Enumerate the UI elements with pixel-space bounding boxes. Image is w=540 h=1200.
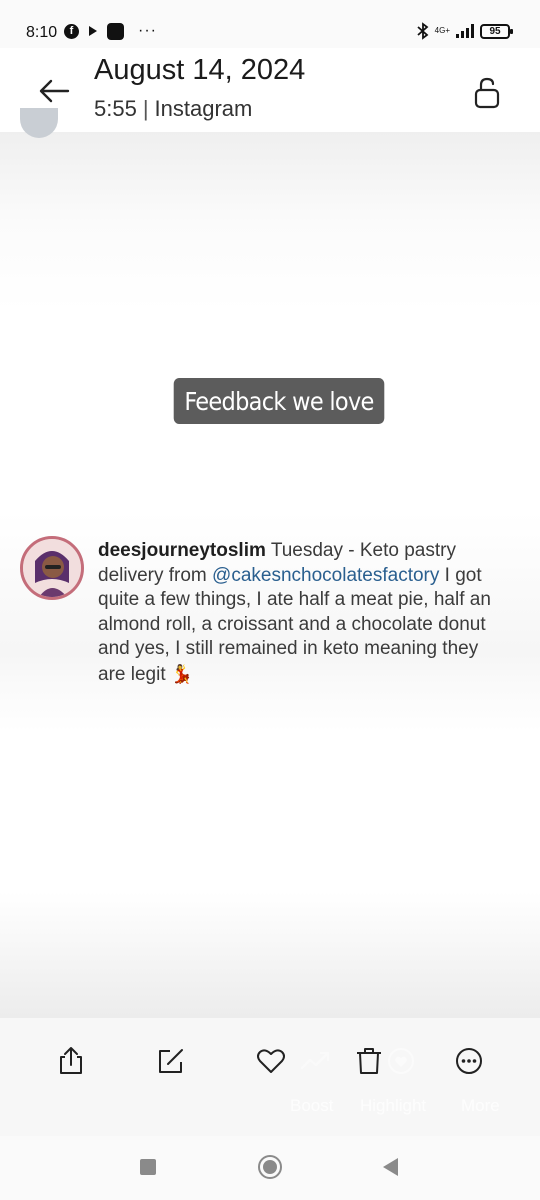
play-icon bbox=[89, 26, 97, 36]
photo-time: 5:55 bbox=[94, 96, 137, 121]
facebook-icon: f bbox=[64, 23, 79, 39]
trash-icon[interactable] bbox=[352, 1044, 386, 1078]
status-indicators: 4G+ 95 bbox=[417, 22, 513, 40]
heart-icon[interactable] bbox=[254, 1044, 288, 1078]
comment-text: deesjourneytoslim Tuesday - Keto pastry … bbox=[98, 539, 498, 688]
boost-icon bbox=[301, 1052, 329, 1069]
status-notification-icons: f ··· bbox=[64, 22, 157, 40]
unlock-icon[interactable] bbox=[472, 76, 502, 110]
avatar-illustration bbox=[23, 539, 81, 597]
app-notification-icon bbox=[107, 22, 124, 40]
signal-icon bbox=[456, 24, 474, 38]
highlight-icon bbox=[388, 1048, 414, 1074]
more-label: More bbox=[461, 1096, 500, 1115]
status-time: 8:10 bbox=[26, 24, 58, 41]
bluetooth-icon bbox=[417, 22, 429, 40]
recents-button[interactable] bbox=[140, 1159, 156, 1175]
gallery-header: August 14, 2024 5:55 | Instagram bbox=[0, 48, 540, 132]
highlight-label: Highlight bbox=[360, 1096, 427, 1115]
home-button[interactable] bbox=[258, 1155, 282, 1179]
system-nav-bar bbox=[0, 1136, 540, 1200]
comment-mention: @cakesnchocolatesfactory bbox=[212, 564, 440, 586]
dancer-emoji: 💃 bbox=[170, 663, 194, 684]
back-button[interactable] bbox=[383, 1158, 398, 1176]
avatar bbox=[20, 536, 84, 600]
meta-separator: | bbox=[142, 96, 149, 121]
story-caption: Feedback we love bbox=[173, 378, 385, 424]
network-type: 4G+ bbox=[434, 26, 450, 35]
photo-source: Instagram bbox=[154, 96, 253, 121]
more-notifications-icon: ··· bbox=[138, 22, 157, 39]
photo-date: August 14, 2024 bbox=[94, 54, 306, 86]
more-icon[interactable] bbox=[452, 1044, 486, 1078]
action-bar: Boost Highlight More bbox=[0, 1018, 540, 1136]
photo-meta: 5:55 | Instagram bbox=[94, 96, 252, 122]
boost-label: Boost bbox=[290, 1096, 334, 1115]
edit-icon[interactable] bbox=[154, 1044, 188, 1078]
battery-icon: 95 bbox=[480, 23, 513, 39]
share-icon[interactable] bbox=[54, 1044, 88, 1078]
comment-username: deesjourneytoslim bbox=[98, 540, 266, 561]
photo-viewer[interactable]: Feedback we love deesjourneytoslim Tuesd… bbox=[0, 132, 540, 1018]
battery-level: 95 bbox=[489, 25, 501, 37]
back-icon[interactable] bbox=[36, 76, 72, 106]
